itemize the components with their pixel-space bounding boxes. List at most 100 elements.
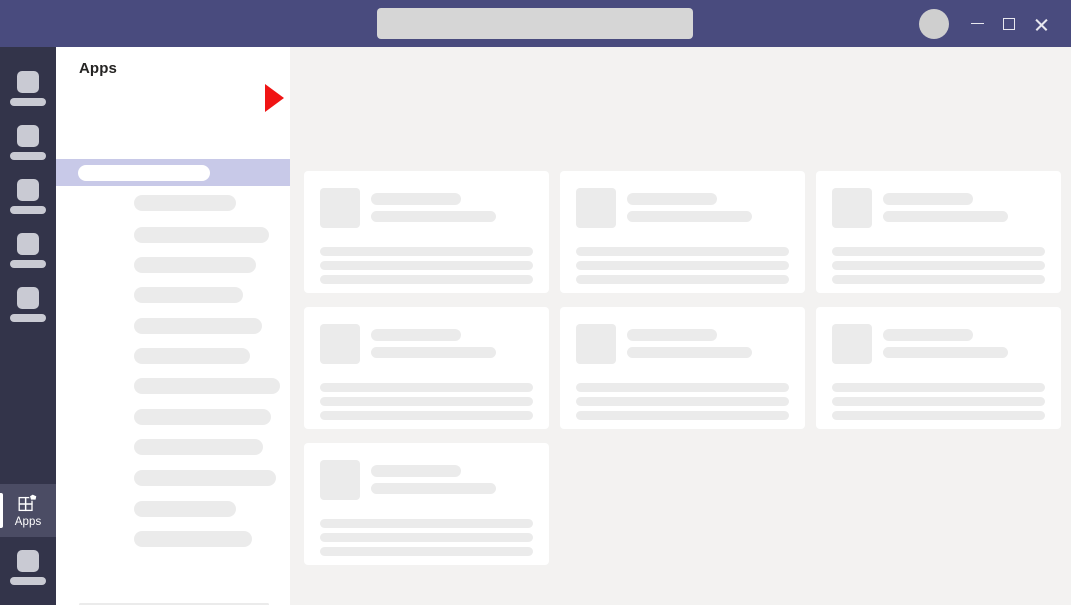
skeleton-title-line [883, 193, 973, 205]
skeleton-body-line [832, 261, 1045, 270]
minimize-icon [970, 22, 984, 25]
skeleton-title-line [627, 193, 717, 205]
sidebar-item-11[interactable] [56, 470, 290, 486]
skeleton-label [134, 531, 252, 547]
close-icon [1034, 16, 1049, 31]
titlebar [0, 0, 1071, 47]
sidebar-item-7[interactable] [56, 348, 290, 364]
skeleton-body-line [832, 275, 1045, 284]
rail-item-placeholder-5[interactable] [0, 277, 56, 331]
sidebar-item-6[interactable] [56, 318, 290, 334]
skeleton-label [10, 576, 46, 585]
app-thumbnail-placeholder [320, 460, 360, 500]
app-thumbnail-placeholder [320, 188, 360, 228]
skeleton-label [10, 313, 46, 322]
skeleton-label [134, 439, 263, 455]
search-input[interactable] [377, 8, 693, 39]
sidebar-item-3[interactable] [56, 227, 290, 243]
skeleton-body-line [320, 547, 533, 556]
sidebar-item-8[interactable] [56, 378, 290, 394]
app-card[interactable] [560, 171, 805, 293]
app-thumbnail-placeholder [832, 324, 872, 364]
avatar[interactable] [919, 8, 949, 39]
skeleton-body-line [320, 247, 533, 256]
skeleton-label [134, 348, 250, 364]
skeleton-body-line [320, 261, 533, 270]
skeleton-body-line [320, 397, 533, 406]
window-controls-group [919, 0, 1071, 47]
skeleton-label [134, 287, 243, 303]
skeleton-icon [17, 549, 39, 572]
rail-item-placeholder-1[interactable] [0, 61, 56, 115]
skeleton-body-line [832, 411, 1045, 420]
skeleton-body-line [576, 247, 789, 256]
selection-indicator [0, 493, 3, 528]
app-card-grid [304, 171, 1071, 565]
sidebar-item-2[interactable] [56, 195, 290, 211]
rail-item-placeholder-2[interactable] [0, 115, 56, 169]
skeleton-body-line [576, 383, 789, 392]
skeleton-label [134, 378, 280, 394]
sidebar-item-5[interactable] [56, 287, 290, 303]
app-thumbnail-placeholder [832, 188, 872, 228]
skeleton-body-line [576, 411, 789, 420]
skeleton-icon [17, 178, 39, 201]
app-card[interactable] [304, 171, 549, 293]
rail-item-placeholder-4[interactable] [0, 223, 56, 277]
skeleton-label [10, 151, 46, 160]
skeleton-label [134, 409, 271, 425]
skeleton-body-line [320, 411, 533, 420]
rail-item-placeholder-6[interactable] [0, 540, 56, 594]
skeleton-icon [17, 124, 39, 147]
close-button[interactable] [1025, 0, 1057, 47]
skeleton-body-line [576, 397, 789, 406]
skeleton-subtitle-line [883, 347, 1008, 358]
skeleton-icon [17, 286, 39, 309]
sidebar-item-13[interactable] [56, 531, 290, 547]
skeleton-label [134, 501, 236, 517]
skeleton-icon [17, 232, 39, 255]
skeleton-body-line [320, 519, 533, 528]
skeleton-body-line [832, 383, 1045, 392]
app-rail: Apps [0, 47, 56, 605]
rail-item-apps[interactable]: Apps [0, 484, 56, 537]
rail-item-placeholder-3[interactable] [0, 169, 56, 223]
app-card[interactable] [304, 307, 549, 429]
sidebar-item-9[interactable] [56, 409, 290, 425]
apps-grid-icon [18, 493, 38, 511]
app-thumbnail-placeholder [576, 188, 616, 228]
skeleton-label [10, 97, 46, 106]
sidebar-item-10[interactable] [56, 439, 290, 455]
sidebar-item-12[interactable] [56, 501, 290, 517]
teams-window: Apps Apps [0, 0, 1071, 605]
app-thumbnail-placeholder [320, 324, 360, 364]
skeleton-label [134, 257, 256, 273]
skeleton-label [134, 470, 276, 486]
skeleton-label [134, 318, 262, 334]
app-card[interactable] [304, 443, 549, 565]
rail-item-label: Apps [14, 515, 42, 528]
skeleton-title-line [883, 329, 973, 341]
skeleton-subtitle-line [371, 211, 496, 222]
app-card[interactable] [560, 307, 805, 429]
minimize-button[interactable] [961, 0, 993, 47]
skeleton-subtitle-line [627, 211, 752, 222]
skeleton-label [78, 164, 210, 181]
app-card[interactable] [816, 307, 1061, 429]
app-card[interactable] [816, 171, 1061, 293]
titlebar-spacer [0, 23, 377, 24]
page-title: Apps [79, 60, 117, 77]
skeleton-label [10, 205, 46, 214]
skeleton-label [134, 195, 236, 211]
sidebar-item-selected[interactable] [56, 159, 290, 186]
skeleton-title-line [371, 193, 461, 205]
skeleton-body-line [832, 397, 1045, 406]
skeleton-label [10, 259, 46, 268]
sidebar-item-4[interactable] [56, 257, 290, 273]
main-content [290, 47, 1071, 605]
maximize-button[interactable] [993, 0, 1025, 47]
skeleton-body-line [576, 275, 789, 284]
skeleton-label [134, 227, 269, 243]
skeleton-subtitle-line [371, 483, 496, 494]
skeleton-title-line [371, 329, 461, 341]
